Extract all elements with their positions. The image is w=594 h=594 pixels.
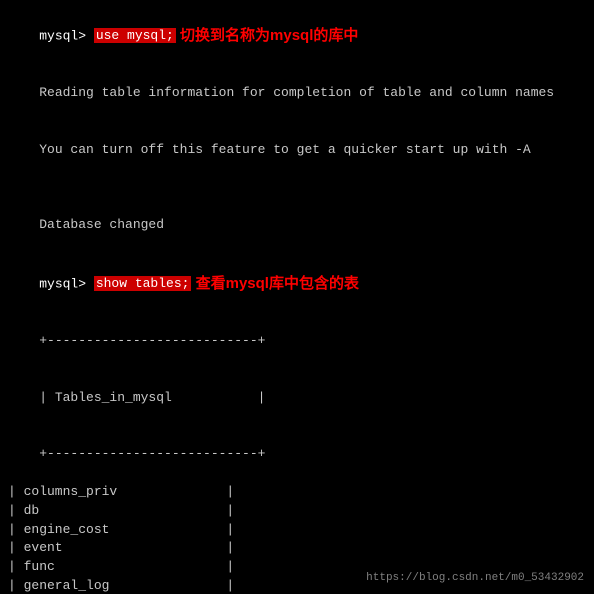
table-sep-top: +---------------------------+ xyxy=(8,313,586,370)
table-sep-mid: +---------------------------+ xyxy=(8,426,586,483)
footer-link: https://blog.csdn.net/m0_53432902 xyxy=(366,572,584,584)
info-text-1: Reading table information for completion… xyxy=(39,85,554,100)
terminal-window: mysql> use mysql; 切换到名称为mysql的库中 Reading… xyxy=(0,0,594,594)
blank-line-1 xyxy=(8,179,586,198)
prompt-2: mysql> xyxy=(39,276,94,291)
prompt-1: mysql> xyxy=(39,28,94,43)
table-row: | db | xyxy=(8,502,586,521)
table-row: | event | xyxy=(8,539,586,558)
annotation-show-tables: 查看mysql库中包含的表 xyxy=(191,275,359,292)
table-header-text: | Tables_in_mysql | xyxy=(39,390,265,405)
table-header-row: | Tables_in_mysql | xyxy=(8,370,586,427)
sep-text-top: +---------------------------+ xyxy=(39,333,265,348)
table-row: | engine_cost | xyxy=(8,521,586,540)
info-line-2: You can turn off this feature to get a q… xyxy=(8,122,586,179)
command-line-1: mysql> use mysql; 切换到名称为mysql的库中 xyxy=(8,6,586,65)
table-row: | columns_priv | xyxy=(8,483,586,502)
command-show-tables: show tables; xyxy=(94,276,192,291)
info-text-3: Database changed xyxy=(39,217,164,232)
command-use-mysql: use mysql; xyxy=(94,28,176,43)
info-text-2: You can turn off this feature to get a q… xyxy=(39,142,530,157)
info-line-3: Database changed xyxy=(8,197,586,254)
footer-link-text: https://blog.csdn.net/m0_53432902 xyxy=(366,572,584,584)
annotation-use-mysql: 切换到名称为mysql的库中 xyxy=(176,27,359,44)
command-line-2: mysql> show tables; 查看mysql库中包含的表 xyxy=(8,254,586,313)
sep-text-mid: +---------------------------+ xyxy=(39,446,265,461)
info-line-1: Reading table information for completion… xyxy=(8,65,586,122)
